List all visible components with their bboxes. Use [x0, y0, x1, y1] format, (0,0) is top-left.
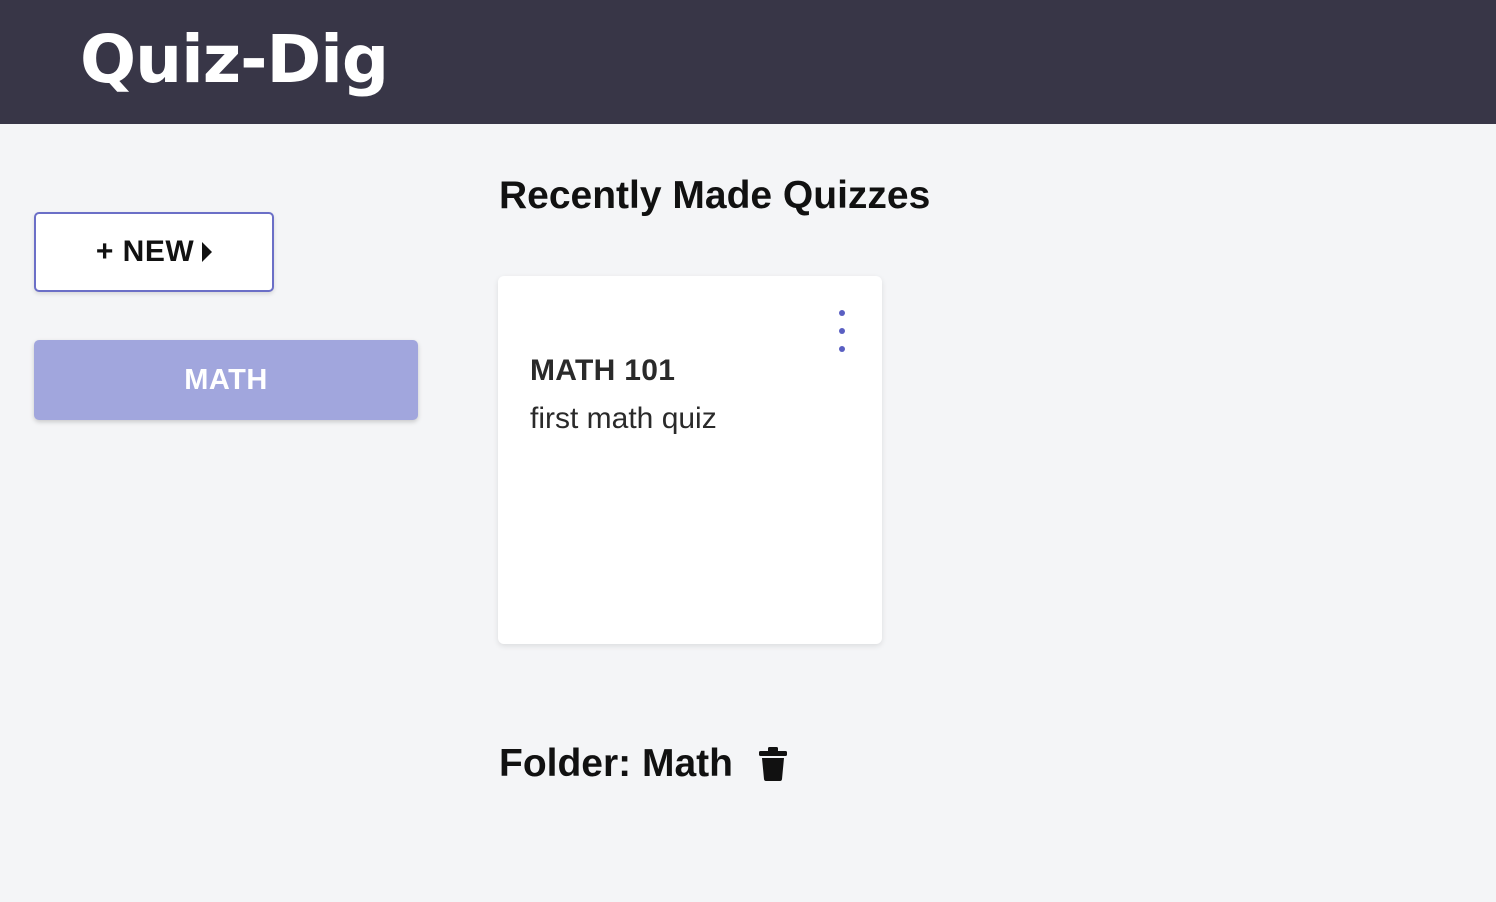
new-button[interactable]: + NEW — [34, 212, 274, 292]
recent-quizzes-title: Recently Made Quizzes — [499, 174, 931, 217]
quiz-title: MATH 101 — [530, 354, 676, 387]
top-bar: Quiz-Dig — [0, 0, 1496, 124]
app-logo[interactable]: Quiz-Dig — [80, 20, 389, 100]
folder-heading-label: Folder: Math — [499, 742, 733, 785]
folder-heading: Folder: Math — [499, 742, 787, 786]
quiz-card[interactable]: MATH 101 first math quiz — [498, 276, 882, 644]
folder-button-label: MATH — [184, 363, 268, 396]
caret-right-icon — [202, 242, 213, 262]
more-vertical-icon[interactable] — [830, 310, 854, 352]
folder-button-math[interactable]: MATH — [34, 340, 418, 420]
trash-icon[interactable] — [758, 747, 787, 781]
quiz-description: first math quiz — [530, 402, 717, 435]
new-button-label: + NEW — [95, 235, 195, 268]
